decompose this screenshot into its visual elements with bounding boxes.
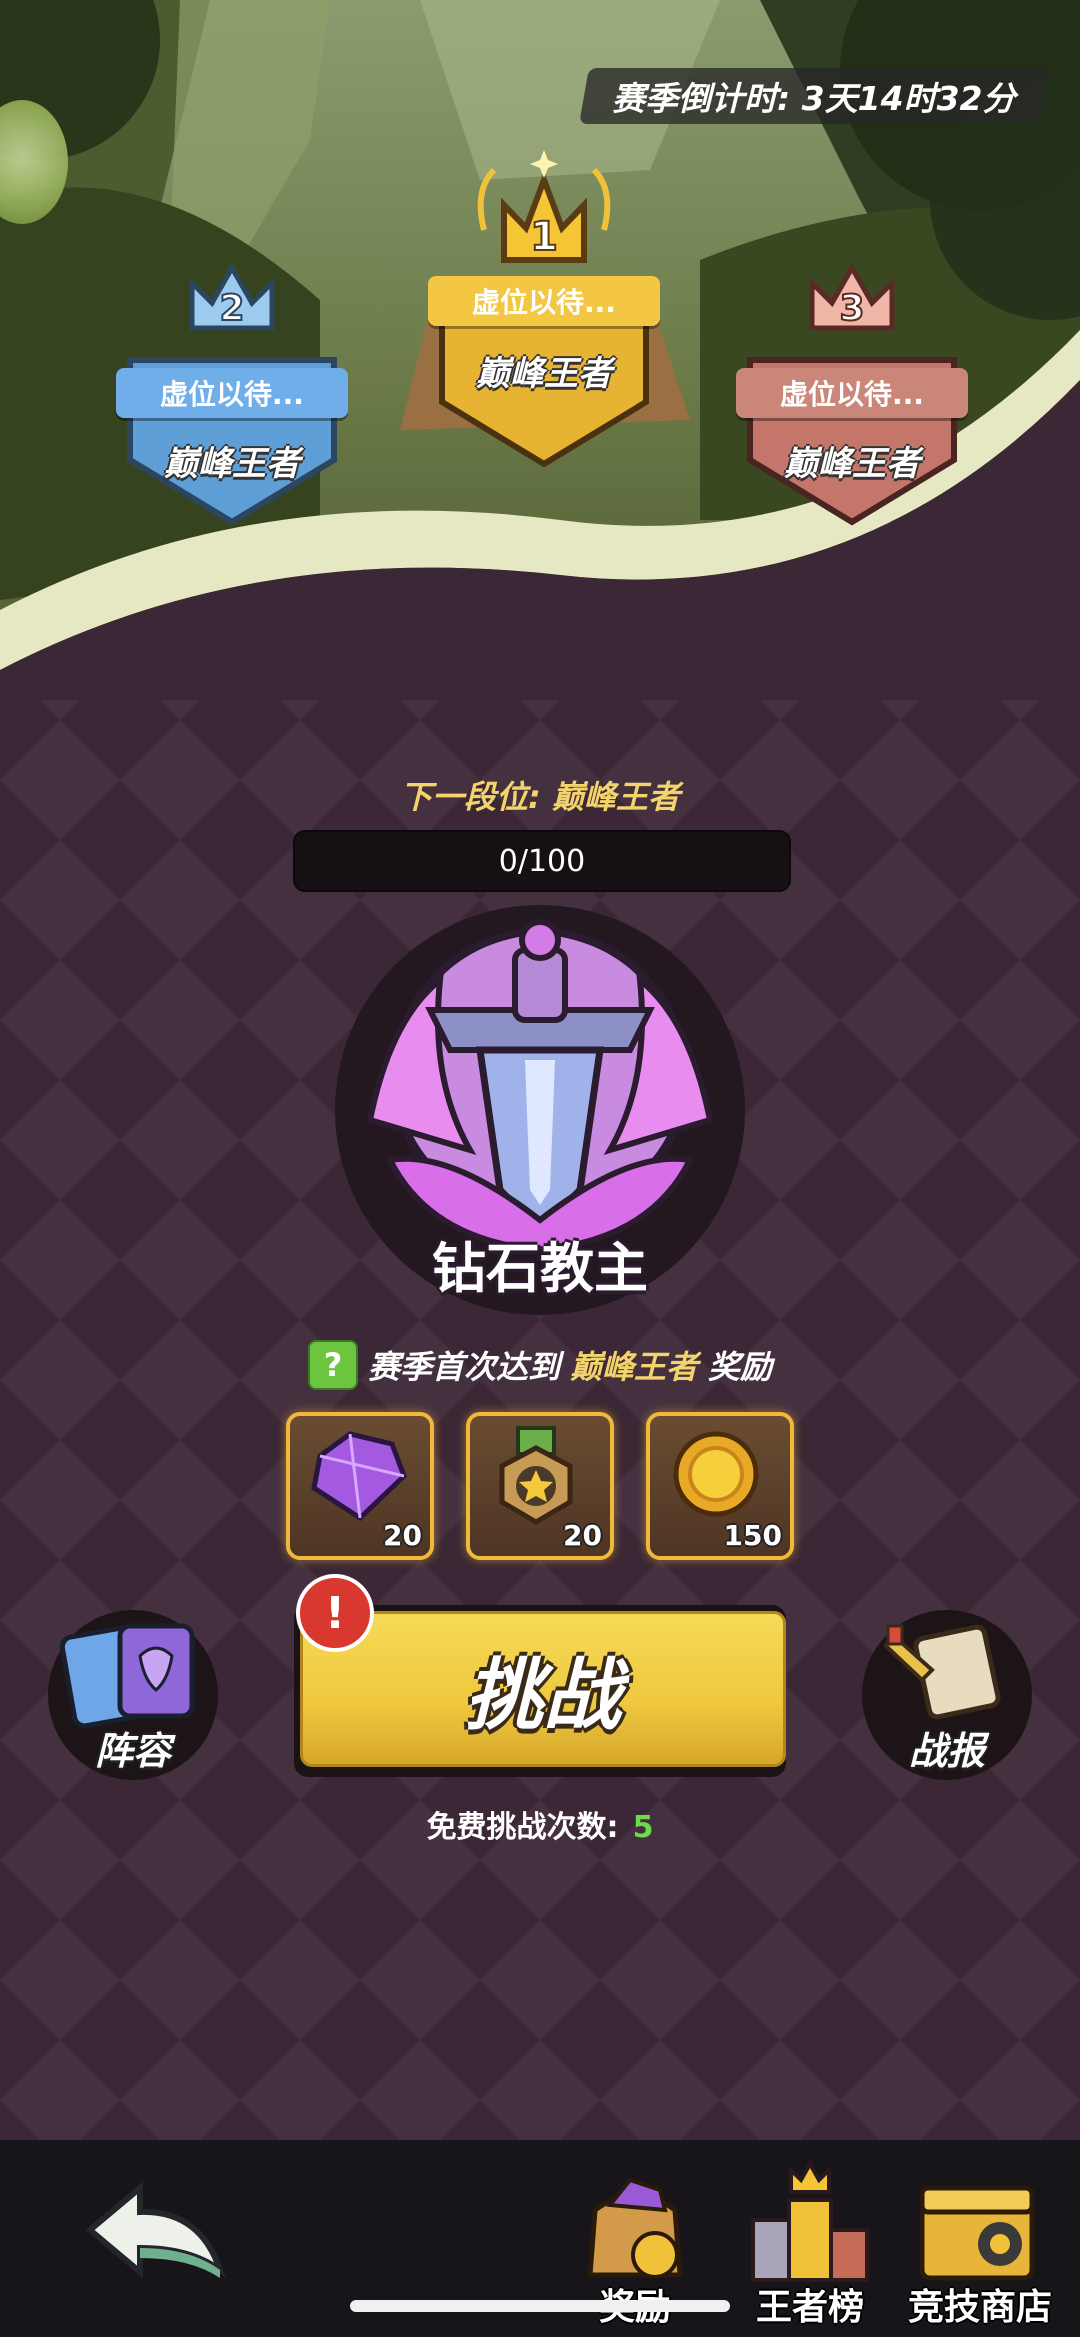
scroll-quill-icon: [883, 1624, 1001, 1720]
crown-icon: 1: [477, 150, 611, 263]
nav-king-ranking[interactable]: 王者榜: [735, 2159, 885, 2330]
podium-title: 巅峰王者: [164, 444, 300, 484]
back-button[interactable]: [80, 2170, 230, 2300]
nav-arena-shop-label: 竞技商店: [907, 2287, 1052, 2328]
arena-shop-icon: [919, 2185, 1035, 2281]
podium-rank-1[interactable]: 1 虚位以待... 巅峰王者: [428, 150, 660, 468]
lineup-label: 阵容: [94, 1729, 171, 1773]
rank-number: 2: [219, 288, 244, 329]
nav-arena-shop[interactable]: 竞技商店: [890, 2160, 1070, 2330]
podium-rank-3[interactable]: 3 虚位以待... 巅峰王者: [736, 258, 968, 526]
gold-coin-icon: [673, 1431, 759, 1517]
help-button[interactable]: ?: [307, 1340, 358, 1390]
reward-item-coin[interactable]: 150: [646, 1412, 794, 1560]
reward-item-gem[interactable]: 20: [286, 1412, 434, 1560]
reward-count: 20: [563, 1519, 602, 1552]
purple-gem-icon: [311, 1431, 407, 1522]
next-rank-value: 巅峰王者: [551, 778, 680, 816]
podium-title: 巅峰王者: [476, 354, 612, 394]
reward-title-suffix: 奖励: [708, 1348, 773, 1386]
next-rank-label: 下一段位: 巅峰王者: [0, 772, 1080, 818]
nav-king-ranking-label: 王者榜: [755, 2287, 864, 2328]
podium-placeholder: 虚位以待...: [116, 368, 348, 418]
podium-rank-2[interactable]: 2 虚位以待... 巅峰王者: [116, 258, 348, 526]
next-rank-prefix: 下一段位:: [400, 778, 541, 816]
reward-item-medal[interactable]: 20: [466, 1412, 614, 1560]
podium-title: 巅峰王者: [784, 444, 920, 484]
crown-icon: 3: [809, 262, 895, 331]
back-arrow-icon: [85, 2181, 226, 2279]
rank-number: 3: [839, 288, 864, 329]
free-challenge-label: 免费挑战次数:: [426, 1810, 619, 1845]
king-ranking-icon: [751, 2159, 869, 2282]
season-countdown: 赛季倒计时: 3天14时32分: [579, 68, 1049, 124]
reward-title-highlight: 巅峰王者: [569, 1348, 698, 1386]
challenge-label: 挑战: [300, 1611, 786, 1767]
home-indicator[interactable]: [350, 2300, 730, 2312]
podium-scene: 赛季倒计时: 3天14时32分 2 虚位以待... 巅峰王者 1 虚位以待...…: [0, 0, 1080, 700]
rank-number: 1: [530, 214, 558, 260]
reward-title: ? 赛季首次达到 巅峰王者 奖励: [0, 1340, 1080, 1390]
reward-bag-icon: [587, 2177, 683, 2279]
cards-icon: [59, 1623, 195, 1729]
crown-icon: 2: [189, 262, 275, 331]
rank-progress-bar: 0/100: [293, 830, 791, 892]
reward-count: 20: [383, 1519, 422, 1552]
reward-title-prefix: 赛季首次达到: [367, 1348, 560, 1386]
free-challenge-number: 5: [632, 1810, 654, 1845]
reward-count: 150: [723, 1519, 782, 1552]
battle-report-label: 战报: [908, 1729, 985, 1773]
star-medal-icon: [499, 1426, 573, 1525]
rank-progress-text: 0/100: [498, 843, 586, 879]
lineup-button[interactable]: 阵容: [48, 1610, 218, 1780]
alert-badge: !: [296, 1574, 374, 1652]
free-challenge-count: 免费挑战次数: 5: [0, 1802, 1080, 1846]
podium-placeholder: 虚位以待...: [736, 368, 968, 418]
current-rank-name: 钻石教主: [432, 1237, 648, 1300]
battle-report-button[interactable]: 战报: [862, 1610, 1032, 1780]
podium-placeholder: 虚位以待...: [428, 276, 660, 326]
